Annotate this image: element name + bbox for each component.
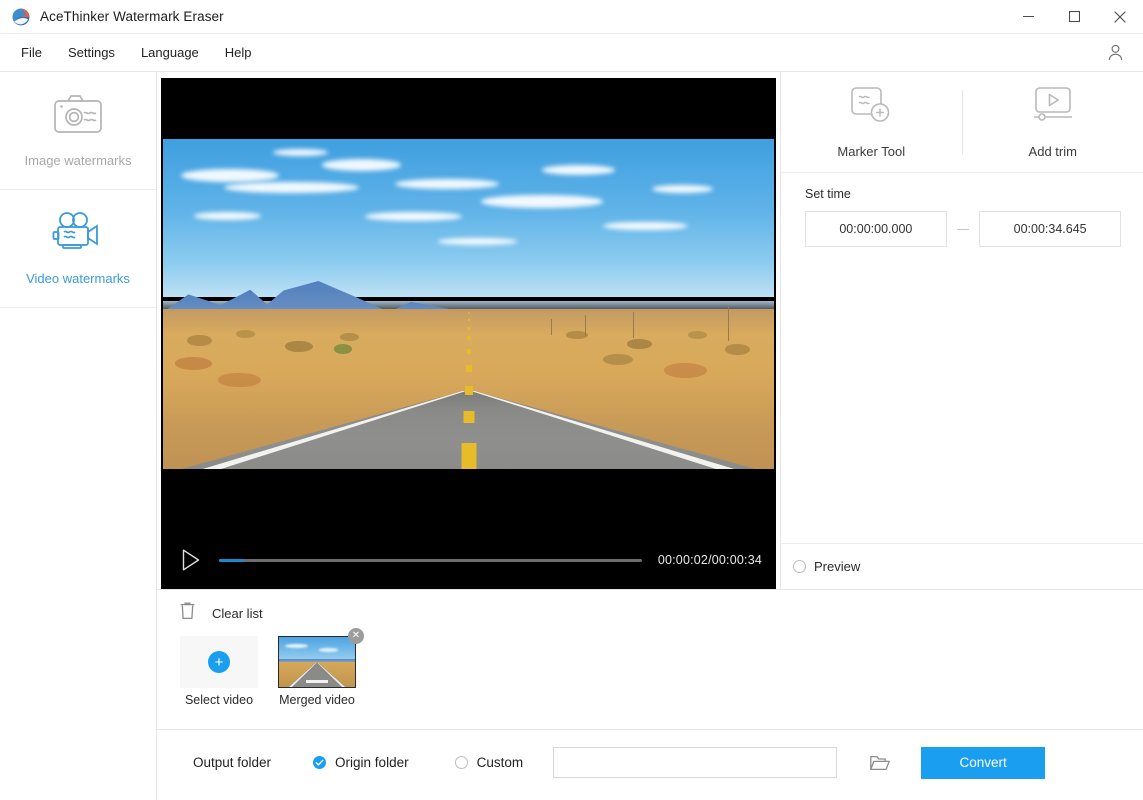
trash-icon[interactable] (179, 601, 196, 625)
menu-item-help[interactable]: Help (212, 40, 265, 65)
add-trim-label: Add trim (1028, 144, 1077, 159)
editor-area: 00:00:02/00:00:34 Marker Tool Add trim S… (157, 72, 1143, 589)
start-time-input[interactable]: 00:00:00.000 (805, 211, 947, 247)
file-list: Clear list + Select video ✕ Merged video (157, 589, 1143, 729)
clear-list-row[interactable]: Clear list (179, 600, 1143, 626)
sidebar-item-image-watermarks[interactable]: Image watermarks (0, 72, 156, 190)
list-item[interactable]: ✕ Merged video (277, 628, 364, 707)
folder-open-icon[interactable] (863, 747, 897, 779)
video-stage[interactable]: 00:00:02/00:00:34 (161, 78, 776, 589)
output-bar: Output folder Origin folder Custom Conve… (157, 729, 1143, 795)
user-account-icon[interactable] (1106, 43, 1125, 62)
set-time-fields: 00:00:00.000 00:00:34.645 (805, 211, 1122, 247)
custom-path-input[interactable] (553, 747, 838, 778)
camera-watermark-icon (53, 93, 103, 140)
set-time-block: Set time 00:00:00.000 00:00:34.645 (781, 173, 1143, 247)
video-stage-wrapper: 00:00:02/00:00:34 (157, 72, 780, 589)
sidebar: Image watermarks Video watermarks (0, 72, 157, 800)
thumbnail-strip: + Select video ✕ Merged video (179, 626, 1143, 707)
tool-panel-spacer (781, 247, 1143, 543)
plus-icon[interactable]: + (208, 651, 230, 673)
seek-progress (219, 558, 245, 562)
clear-list-label: Clear list (212, 605, 263, 621)
close-icon[interactable]: ✕ (348, 628, 364, 644)
custom-folder-label: Custom (476, 755, 524, 770)
window-title: AceThinker Watermark Eraser (40, 9, 224, 24)
minimize-icon[interactable] (1005, 0, 1051, 34)
custom-folder-option[interactable]: Custom (454, 755, 524, 770)
origin-folder-option[interactable]: Origin folder (313, 755, 409, 770)
select-video-button[interactable]: + (180, 636, 258, 688)
player-time-label: 00:00:02/00:00:34 (657, 553, 762, 567)
set-time-label: Set time (805, 187, 851, 201)
seek-bar[interactable] (219, 558, 642, 562)
menu-item-file[interactable]: File (8, 40, 55, 65)
preview-radio[interactable] (793, 560, 806, 573)
origin-folder-label: Origin folder (335, 755, 409, 770)
select-video-label: Select video (184, 693, 254, 707)
sidebar-item-label: Image watermarks (24, 153, 132, 168)
time-range-dash (956, 228, 970, 230)
select-video-cell[interactable]: + Select video (179, 636, 259, 707)
video-camera-watermark-icon (51, 211, 105, 258)
custom-folder-radio[interactable] (454, 756, 468, 769)
preview-option-row[interactable]: Preview (781, 543, 1143, 589)
marker-tool-icon (848, 85, 894, 132)
list-item-caption: Merged video (279, 693, 355, 707)
play-icon[interactable] (181, 547, 203, 573)
thumbnail-indicator (306, 680, 328, 683)
maximize-icon[interactable] (1051, 0, 1097, 34)
add-trim-icon (1030, 85, 1076, 132)
desert-road-scene (163, 139, 774, 469)
preview-label: Preview (814, 559, 861, 574)
player-controls: 00:00:02/00:00:34 (161, 531, 776, 589)
center-column: 00:00:02/00:00:34 Marker Tool Add trim S… (157, 72, 1143, 800)
add-trim-button[interactable]: Add trim (963, 72, 1143, 172)
tool-panel: Marker Tool Add trim Set time 00:00:00.0… (780, 72, 1143, 589)
main-body: Image watermarks Video watermarks 00:00:… (0, 72, 1143, 800)
application-window: AceThinker Watermark Eraser File Setting… (0, 0, 1143, 800)
video-preview[interactable] (161, 78, 776, 531)
desert-road-thumbnail[interactable]: ✕ (278, 628, 364, 688)
marker-tool-button[interactable]: Marker Tool (781, 72, 962, 172)
close-icon[interactable] (1097, 0, 1143, 34)
window-controls (1005, 0, 1143, 34)
end-time-input[interactable]: 00:00:34.645 (979, 211, 1122, 247)
title-bar: AceThinker Watermark Eraser (0, 0, 1143, 34)
acethinker-logo-icon (12, 8, 30, 26)
sidebar-item-video-watermarks[interactable]: Video watermarks (0, 190, 156, 308)
desert-ground (163, 305, 774, 469)
origin-folder-radio[interactable] (313, 756, 327, 769)
tool-buttons-row: Marker Tool Add trim (781, 72, 1143, 172)
menu-bar: File Settings Language Help (0, 34, 1143, 72)
convert-button[interactable]: Convert (921, 746, 1046, 779)
marker-tool-label: Marker Tool (837, 144, 906, 159)
menu-item-settings[interactable]: Settings (55, 40, 128, 65)
output-folder-label: Output folder (193, 755, 272, 770)
menu-item-language[interactable]: Language (128, 40, 212, 65)
sidebar-item-label: Video watermarks (26, 271, 130, 286)
